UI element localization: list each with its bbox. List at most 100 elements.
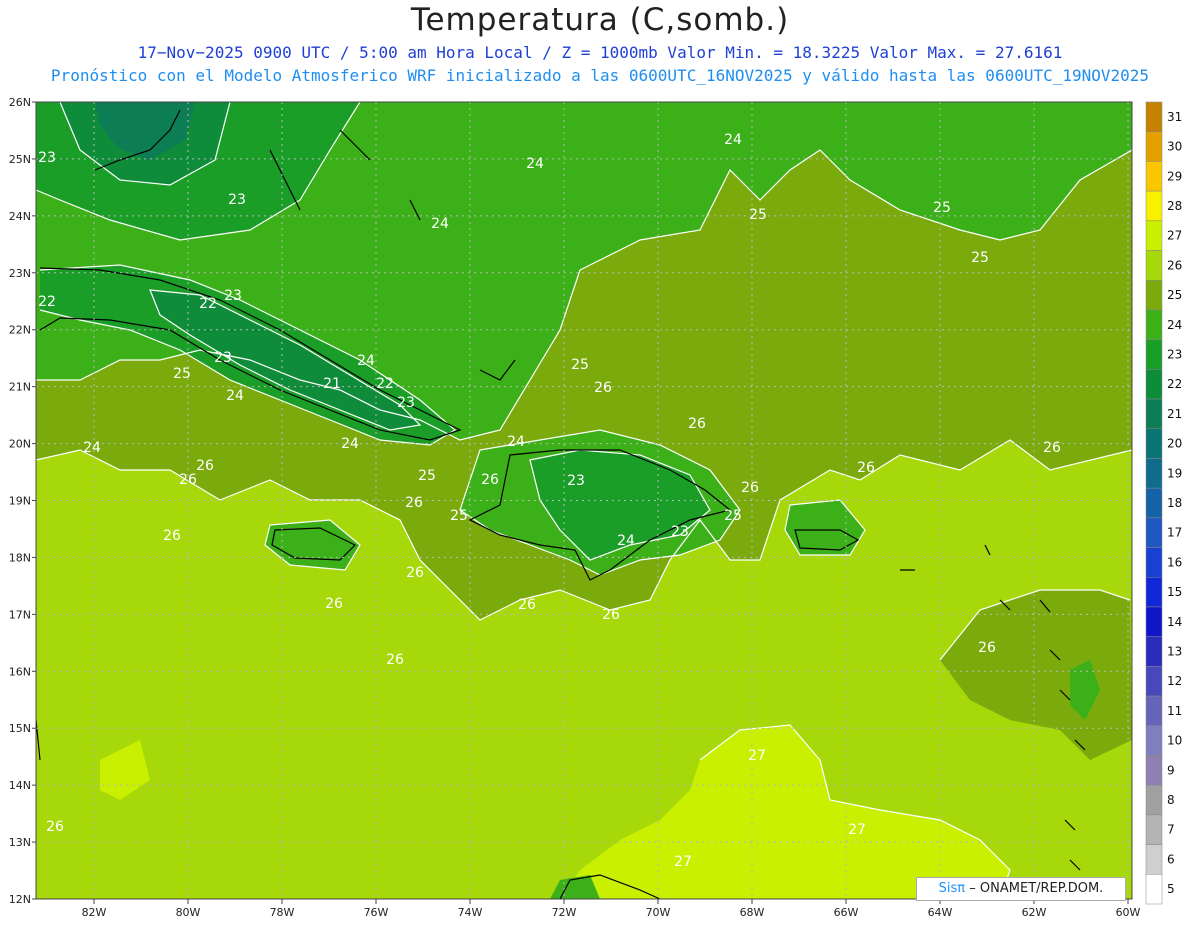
contour-label: 26 <box>741 480 759 496</box>
colorbar-label: 17 <box>1167 526 1182 540</box>
colorbar-cell <box>1145 458 1163 489</box>
colorbar-cell <box>1145 666 1163 697</box>
contour-label: 25 <box>749 207 767 223</box>
contour-label: 26 <box>1043 440 1061 456</box>
lat-tick-label: 24N <box>9 210 31 223</box>
colorbar-cell <box>1145 636 1163 667</box>
contour-label: 26 <box>688 416 706 432</box>
contour-label: 25 <box>571 357 589 373</box>
colorbar-label: 12 <box>1167 674 1182 688</box>
colorbar-cell <box>1145 279 1163 311</box>
contour-label: 24 <box>431 216 449 232</box>
colorbar-cell <box>1145 369 1163 400</box>
lat-tick-label: 17N <box>9 608 31 621</box>
contour-label: 26 <box>325 596 343 612</box>
lat-tick-label: 26N <box>9 96 31 109</box>
colorbar-label: 24 <box>1167 318 1182 332</box>
colorbar-label: 19 <box>1167 466 1182 480</box>
contour-label: 26 <box>406 565 424 581</box>
lon-tick-label: 80W <box>176 906 201 919</box>
lon-tick-label: 72W <box>552 906 577 919</box>
contour-label: 25 <box>173 366 191 382</box>
lat-tick-label: 23N <box>9 267 31 280</box>
contour-label: 24 <box>83 440 101 456</box>
colorbar-cell <box>1145 309 1163 340</box>
lon-tick-label: 74W <box>458 906 483 919</box>
contour-label: 24 <box>617 533 635 549</box>
contour-label: 27 <box>674 854 692 870</box>
contour-label: 26 <box>518 597 536 613</box>
colorbar-label: 13 <box>1167 645 1182 659</box>
lat-tick-label: 22N <box>9 324 31 337</box>
colorbar-label: 21 <box>1167 407 1182 421</box>
colorbar-label: 22 <box>1167 377 1182 391</box>
colorbar-label: 9 <box>1167 763 1175 777</box>
contour-label: 26 <box>602 607 620 623</box>
lon-tick-label: 66W <box>834 906 859 919</box>
contour-label: 27 <box>848 822 866 838</box>
contour-label: 27 <box>748 748 766 764</box>
contour-label: 25 <box>933 200 951 216</box>
colorbar-cell <box>1145 487 1163 519</box>
colorbar-label: 30 <box>1167 140 1182 154</box>
sispi-logo: Sisπ <box>938 881 966 896</box>
lat-tick-label: 16N <box>9 665 31 678</box>
lon-tick-label: 82W <box>82 906 107 919</box>
colorbar-cell <box>1145 190 1163 222</box>
contour-label: 25 <box>724 508 742 524</box>
contour-label: 23 <box>228 192 246 208</box>
contour-label: 23 <box>567 473 585 489</box>
contour-label: 24 <box>357 353 375 369</box>
lat-tick-label: 13N <box>9 836 31 849</box>
colorbar-cell <box>1145 755 1163 786</box>
contour-label: 26 <box>594 380 612 396</box>
colorbar-cell <box>1145 606 1163 637</box>
contour-label: 26 <box>163 528 181 544</box>
colorbar-cell <box>1145 131 1163 162</box>
longitude-axis: 82W 80W 78W 76W 74W 72W 70W 68W 66W 64W 62W 60W <box>82 899 1141 919</box>
colorbar-label: 29 <box>1167 169 1182 183</box>
colorbar-label: 16 <box>1167 555 1182 569</box>
latitude-axis: 26N 25N 24N 23N 22N 21N 20N 19N 18N 17N 16N 15N 14N 1… <box>9 96 36 906</box>
colorbar-label: 8 <box>1167 793 1175 807</box>
colorbar-label: 11 <box>1167 704 1182 718</box>
contour-label: 23 <box>214 350 232 366</box>
contour-label: 26 <box>481 472 499 488</box>
lat-tick-label: 12N <box>9 893 31 906</box>
colorbar-cell <box>1145 517 1163 548</box>
contour-label: 26 <box>196 458 214 474</box>
colorbar-label: 26 <box>1167 258 1182 272</box>
colorbar-cell <box>1145 577 1163 608</box>
lat-tick-label: 18N <box>9 551 31 564</box>
lon-tick-label: 62W <box>1022 906 1047 919</box>
contour-label: 23 <box>38 150 56 166</box>
contour-label: 22 <box>38 294 56 310</box>
colorbar-cell <box>1145 695 1163 727</box>
contour-label: 22 <box>376 376 394 392</box>
colorbar: 31 30 29 28 27 26 25 24 23 22 21 20 19 18 17 16 15 14 13 12… <box>1145 101 1182 905</box>
colorbar-cell <box>1145 814 1163 845</box>
contour-label: 21 <box>323 376 341 392</box>
contour-label: 24 <box>526 156 544 172</box>
colorbar-label: 15 <box>1167 585 1182 599</box>
colorbar-cell <box>1145 220 1163 251</box>
contour-label: 26 <box>857 460 875 476</box>
colorbar-cell <box>1145 547 1163 578</box>
lat-tick-label: 19N <box>9 495 31 508</box>
contour-label: 23 <box>671 524 689 540</box>
lat-tick-label: 25N <box>9 153 31 166</box>
contour-label: 26 <box>46 819 64 835</box>
lon-tick-label: 68W <box>740 906 765 919</box>
colorbar-label: 31 <box>1167 110 1182 124</box>
contour-label: 26 <box>179 472 197 488</box>
lon-tick-label: 64W <box>928 906 953 919</box>
colorbar-label: 14 <box>1167 615 1182 629</box>
contour-label: 24 <box>507 434 525 450</box>
contour-label: 23 <box>397 395 415 411</box>
contour-label: 24 <box>724 132 742 148</box>
contour-label: 26 <box>405 495 423 511</box>
colorbar-label: 18 <box>1167 496 1182 510</box>
contour-label: 24 <box>226 388 244 404</box>
colorbar-label: 5 <box>1167 882 1175 896</box>
lon-tick-label: 60W <box>1116 906 1141 919</box>
